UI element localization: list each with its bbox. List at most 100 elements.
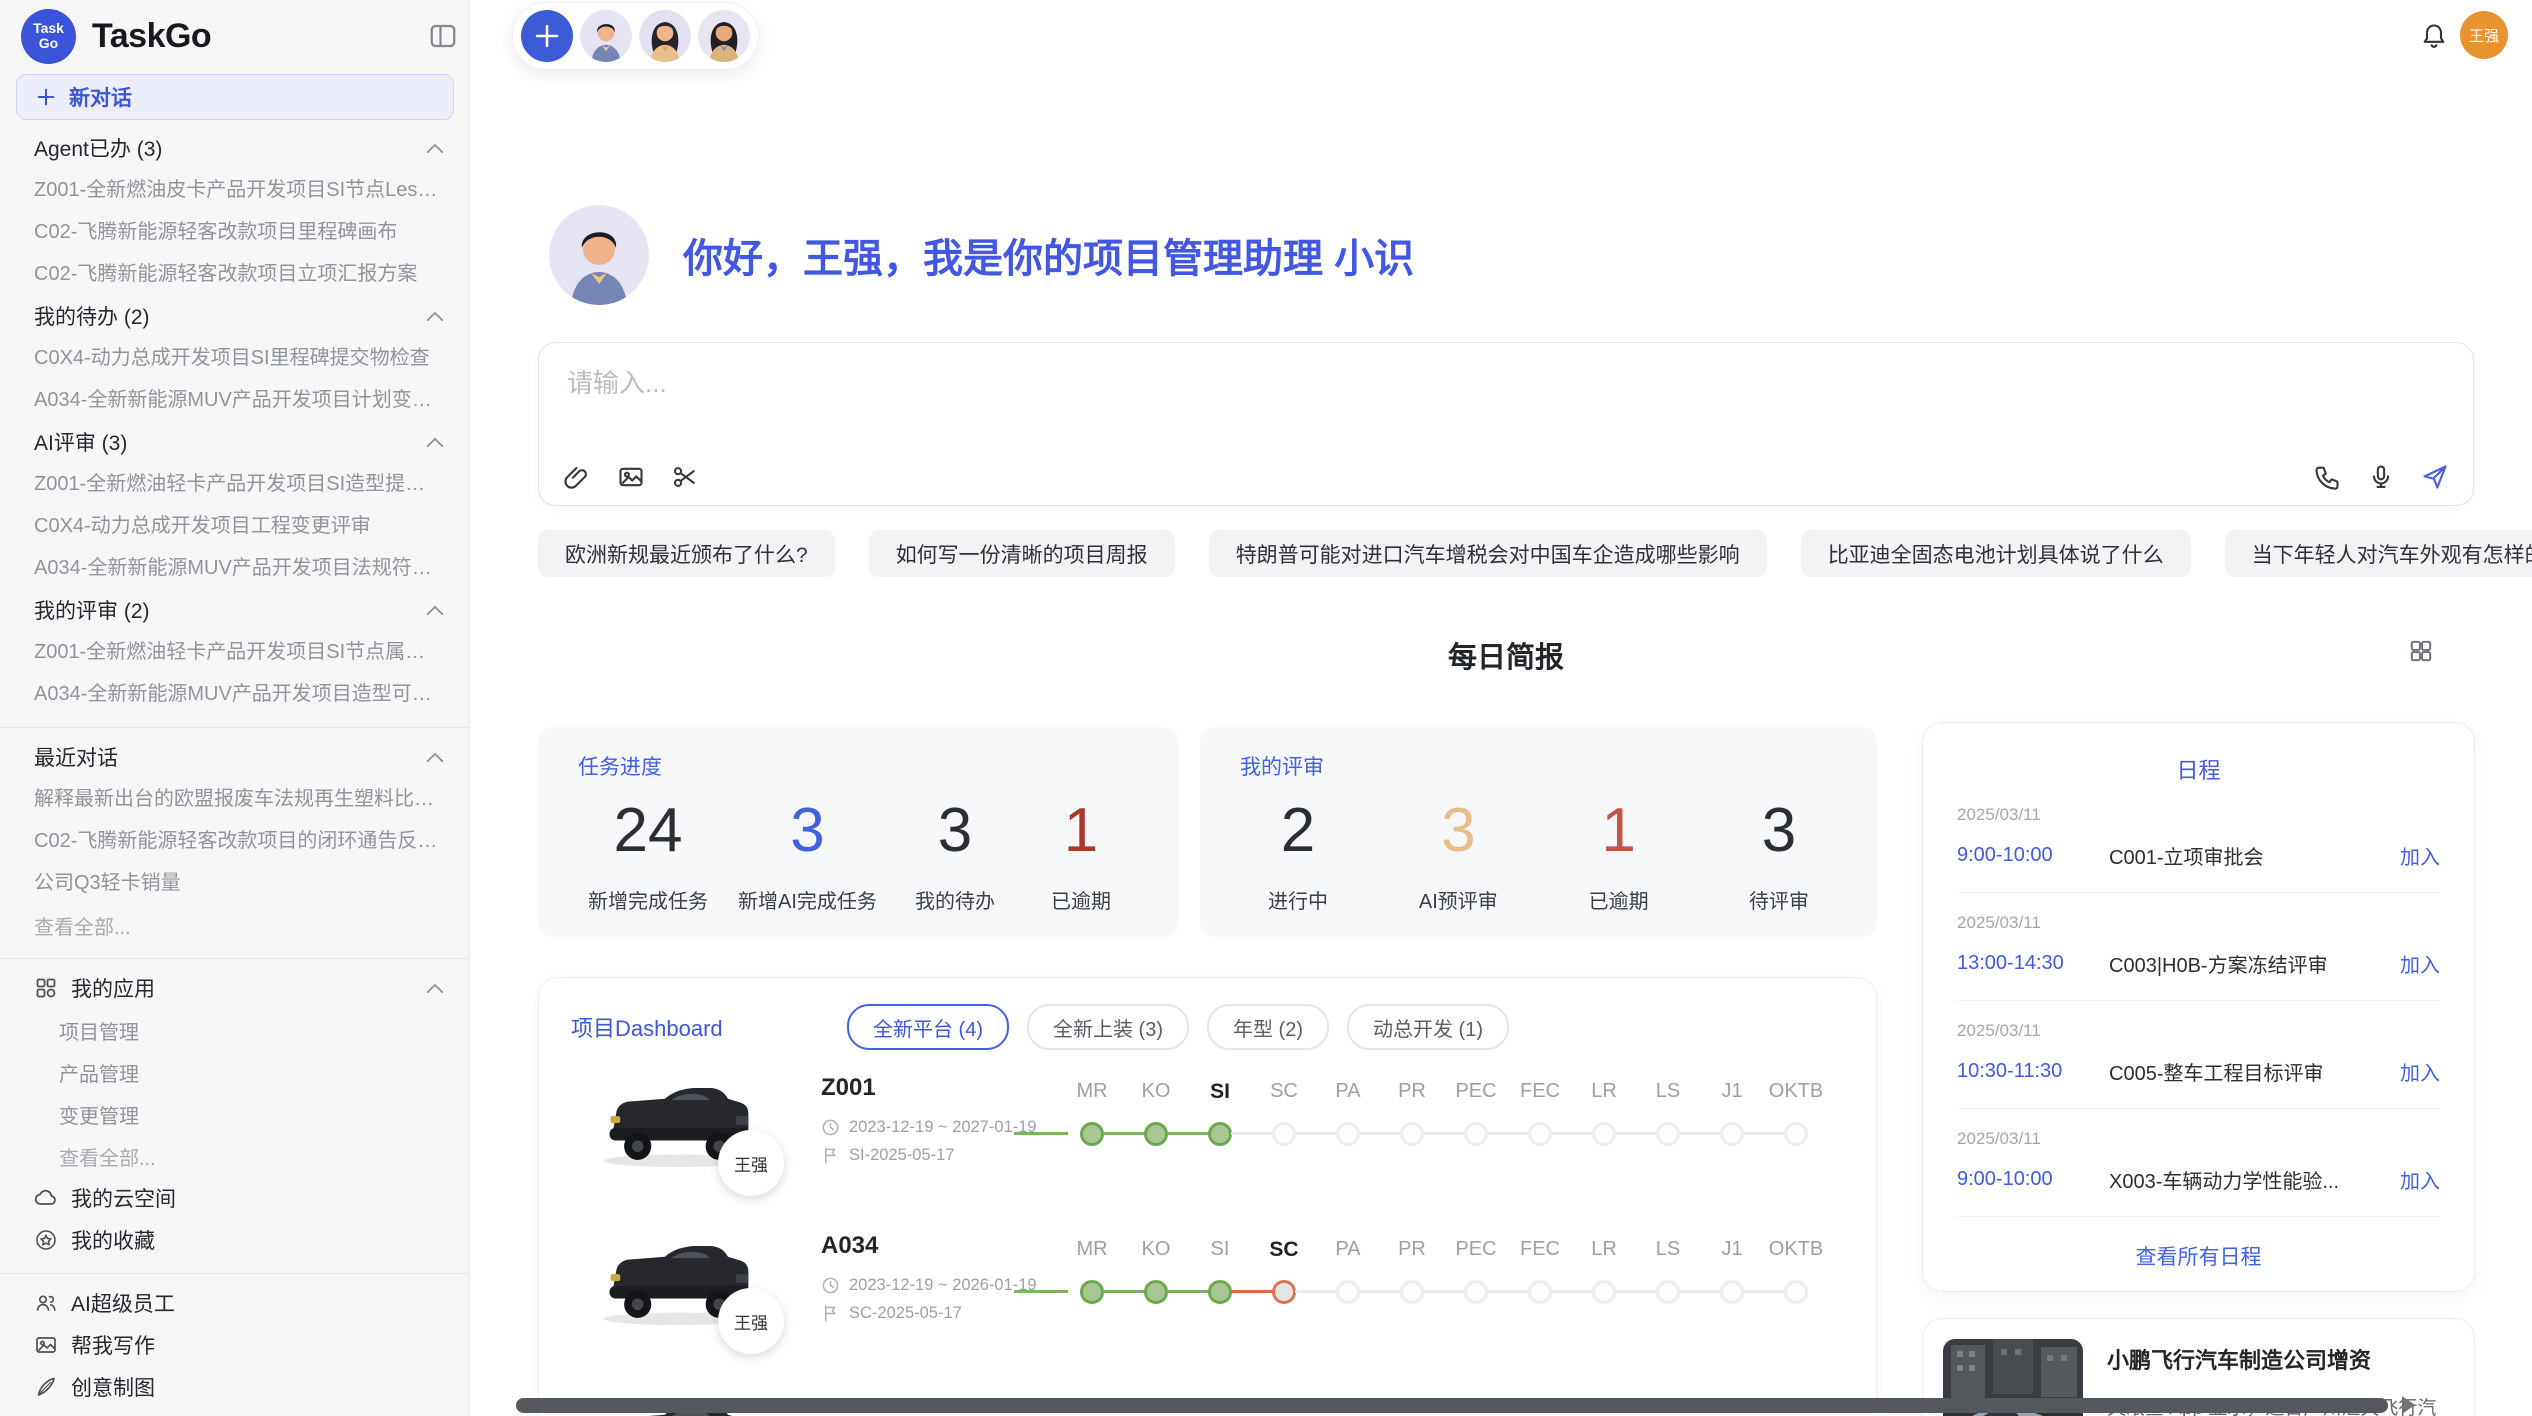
milestone-dot xyxy=(1592,1122,1616,1146)
suggestion-chip[interactable]: 如何写一份清晰的项目周报 xyxy=(869,530,1175,577)
milestone-dot xyxy=(1592,1280,1616,1304)
sidebar-task-item[interactable]: C0X4-动力总成开发项目SI里程碑提交物检查 xyxy=(0,337,469,379)
sidebar-collapse-icon[interactable] xyxy=(428,21,458,51)
attachment-icon[interactable] xyxy=(563,463,591,491)
sidebar-tool-people[interactable]: AI超级员工 xyxy=(0,1282,469,1324)
scissors-icon[interactable] xyxy=(671,463,699,491)
sidebar-task-item[interactable]: Z001-全新燃油轻卡产品开发项目SI造型提交物评审 xyxy=(0,463,469,505)
add-session-button[interactable] xyxy=(521,10,573,62)
app-item[interactable]: 项目管理 xyxy=(0,1009,469,1051)
sidebar-tool-pen[interactable]: 创意制图 xyxy=(0,1366,469,1408)
phone-icon[interactable] xyxy=(2313,463,2341,491)
milestone-label: SI xyxy=(1188,1238,1252,1262)
new-chat-label: 新对话 xyxy=(69,82,132,112)
layout-grid-icon[interactable] xyxy=(2408,638,2434,664)
user-avatar[interactable]: 王强 xyxy=(2460,11,2508,59)
notification-bell-icon[interactable] xyxy=(2420,22,2448,50)
milestone-dot xyxy=(1080,1280,1104,1304)
stat-value: 1 xyxy=(1571,797,1667,865)
chevron-up-icon xyxy=(425,310,445,323)
suggestion-chip[interactable]: 特朗普可能对进口汽车增税会对中国车企造成哪些影响 xyxy=(1209,530,1767,577)
new-chat-button[interactable]: 新对话 xyxy=(16,74,454,120)
sidebar-task-item[interactable]: C02-飞腾新能源轻客改款项目里程碑画布 xyxy=(0,211,469,253)
dashboard-filter-chip[interactable]: 全新平台 (4) xyxy=(847,1004,1009,1050)
sidebar-task-item[interactable]: C02-飞腾新能源轻客改款项目立项汇报方案 xyxy=(0,253,469,295)
milestone-label: LR xyxy=(1572,1080,1636,1104)
join-button[interactable]: 加入 xyxy=(2400,1165,2440,1194)
sidebar-section-header[interactable]: Agent已办 (3) xyxy=(0,127,469,169)
chevron-up-icon xyxy=(425,436,445,449)
dashboard-filter-chip[interactable]: 动总开发 (1) xyxy=(1347,1004,1509,1050)
sidebar-task-item[interactable]: Z001-全新燃油皮卡产品开发项目SI节点Lesson Learn报告 xyxy=(0,169,469,211)
sidebar-task-item[interactable]: A034-全新新能源MUV产品开发项目法规符合性评审 xyxy=(0,547,469,589)
sidebar: Task Go TaskGo 新对话 Agent已办 (3)Z001-全新燃油皮… xyxy=(0,0,470,1416)
sidebar-task-item[interactable]: A034-全新新能源MUV产品开发项目计划变更表编写 xyxy=(0,379,469,421)
sidebar-task-item[interactable]: C0X4-动力总成开发项目工程变更评审 xyxy=(0,505,469,547)
dashboard-filter-chip[interactable]: 年型 (2) xyxy=(1207,1004,1329,1050)
horizontal-scrollbar[interactable] xyxy=(516,1398,2388,1413)
milestone-dot xyxy=(1336,1280,1360,1304)
milestone-dot xyxy=(1336,1122,1360,1146)
schedule-time: 9:00-10:00 xyxy=(1957,844,2109,867)
avatar[interactable] xyxy=(698,10,750,62)
avatar[interactable] xyxy=(580,10,632,62)
sidebar-tool-image[interactable]: 帮我写作 xyxy=(0,1324,469,1366)
avatar[interactable] xyxy=(639,10,691,62)
send-icon[interactable] xyxy=(2421,463,2449,491)
recent-chats-header[interactable]: 最近对话 xyxy=(0,736,469,778)
schedule-date: 2025/03/11 xyxy=(1957,1021,2440,1041)
sidebar-task-item[interactable]: A034-全新新能源MUV产品开发项目造型可行性评审 xyxy=(0,673,469,715)
flag-icon xyxy=(821,1304,840,1323)
stat-label: 我的待办 xyxy=(907,885,1003,914)
view-all-schedule-link[interactable]: 查看所有日程 xyxy=(1957,1241,2440,1271)
stat-label: AI预评审 xyxy=(1410,885,1506,914)
milestone-label: MR xyxy=(1060,1080,1124,1104)
suggestion-chips: 欧洲新规最近颁布了什么? 如何写一份清晰的项目周报特朗普可能对进口汽车增税会对中国… xyxy=(538,530,2532,577)
microphone-icon[interactable] xyxy=(2367,463,2395,491)
milestone-label: PEC xyxy=(1444,1080,1508,1104)
suggestion-chip[interactable]: 比亚迪全固态电池计划具体说了什么 xyxy=(1801,530,2191,577)
milestone-dot xyxy=(1528,1122,1552,1146)
my-apps-header[interactable]: 我的应用 xyxy=(0,967,469,1009)
sidebar-section-title: 我的评审 (2) xyxy=(34,595,150,625)
greeting-block: 你好，王强，我是你的项目管理助理 小识 xyxy=(549,205,1414,305)
sidebar-section-header[interactable]: AI评审 (3) xyxy=(0,421,469,463)
app-item[interactable]: 产品管理 xyxy=(0,1051,469,1093)
stat-value: 3 xyxy=(907,797,1003,865)
milestone-label: SI xyxy=(1188,1080,1252,1104)
sidebar-task-item[interactable]: Z001-全新燃油轻卡产品开发项目SI节点属性5D文件评审 xyxy=(0,631,469,673)
recent-chat-item[interactable]: 公司Q3轻卡销量 xyxy=(0,862,469,904)
sidebar-section-header[interactable]: 我的评审 (2) xyxy=(0,589,469,631)
milestone-label: PA xyxy=(1316,1238,1380,1262)
recent-chat-item[interactable]: 解释最新出台的欧盟报废车法规再生塑料比例被调至15%... xyxy=(0,778,469,820)
join-button[interactable]: 加入 xyxy=(2400,1057,2440,1086)
recent-chat-item[interactable]: C02-飞腾新能源轻客改款项目的闭环通告反馈情况 xyxy=(0,820,469,862)
milestone-label: J1 xyxy=(1700,1080,1764,1104)
suggestion-chip[interactable]: 当下年轻人对汽车外观有怎样的喜好趋势 xyxy=(2225,530,2532,577)
chat-input[interactable] xyxy=(565,361,2069,435)
plus-icon xyxy=(35,86,57,108)
sidebar-item-cloud-space[interactable]: 我的云空间 xyxy=(0,1177,469,1219)
milestone-dot xyxy=(1208,1122,1232,1146)
stat-label: 已逾期 xyxy=(1033,885,1129,914)
milestone-label: PEC xyxy=(1444,1238,1508,1262)
apps-view-all[interactable]: 查看全部... xyxy=(0,1135,469,1177)
clock-icon xyxy=(821,1118,840,1137)
recent-view-all[interactable]: 查看全部... xyxy=(0,904,469,946)
sidebar-item-favorites[interactable]: 我的收藏 xyxy=(0,1219,469,1261)
image-upload-icon[interactable] xyxy=(617,463,645,491)
join-button[interactable]: 加入 xyxy=(2400,841,2440,870)
sidebar-scroll: Agent已办 (3)Z001-全新燃油皮卡产品开发项目SI节点Lesson L… xyxy=(0,127,469,1416)
project-dates: 2023-12-19 ~ 2027-01-19 xyxy=(849,1118,1037,1137)
milestone-dot xyxy=(1656,1122,1680,1146)
milestone-label: FEC xyxy=(1508,1238,1572,1262)
join-button[interactable]: 加入 xyxy=(2400,949,2440,978)
project-row: 王强Z0012023-12-19 ~ 2027-01-19SI-2025-05-… xyxy=(571,1072,1828,1172)
dashboard-filter-chip[interactable]: 全新上装 (3) xyxy=(1027,1004,1189,1050)
app-item[interactable]: 变更管理 xyxy=(0,1093,469,1135)
milestone-dot xyxy=(1784,1122,1808,1146)
dashboard-title: 项目Dashboard xyxy=(571,1011,847,1043)
sidebar-section-header[interactable]: 我的待办 (2) xyxy=(0,295,469,337)
scroll-right-arrow[interactable] xyxy=(2402,1396,2415,1414)
suggestion-chip[interactable]: 欧洲新规最近颁布了什么? xyxy=(538,530,835,577)
